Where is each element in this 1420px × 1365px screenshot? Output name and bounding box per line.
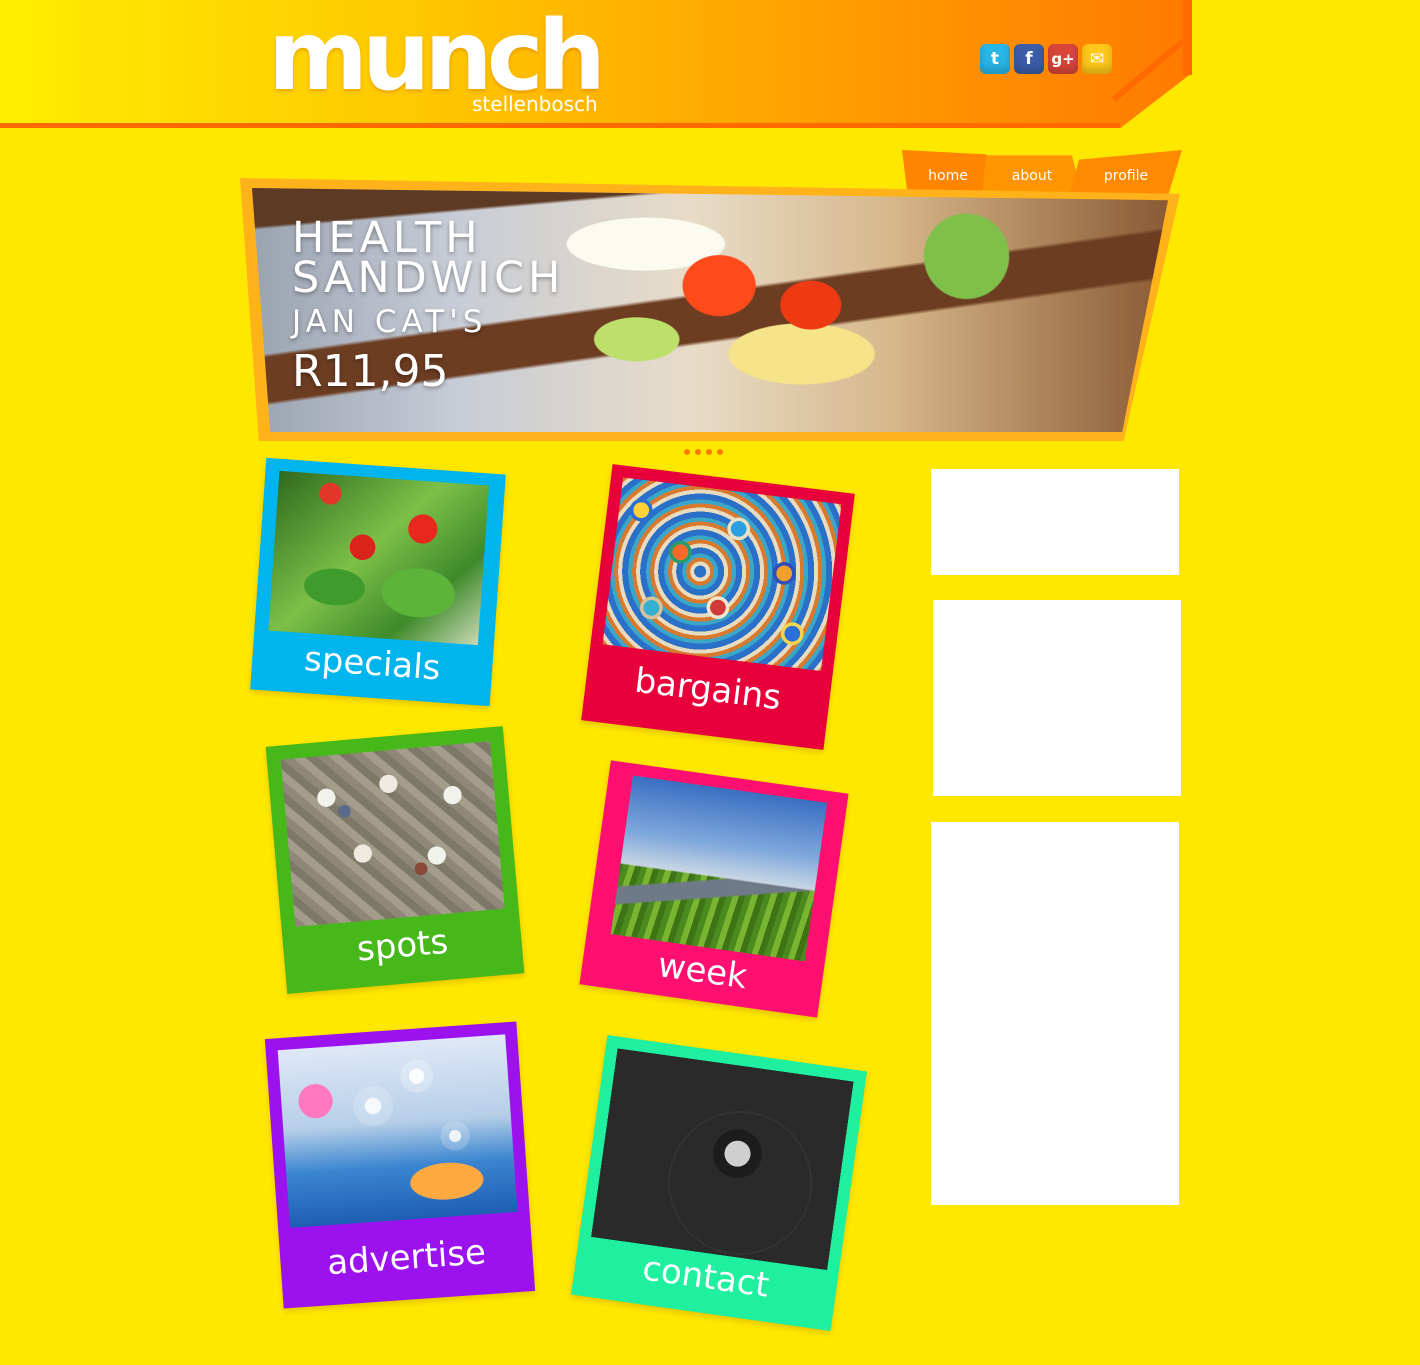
rotary-dial-icon	[658, 1101, 822, 1265]
logo-tagline: stellenbosch	[472, 92, 598, 116]
header-right-edge	[1183, 0, 1192, 75]
hero-title-line2: SANDWICH	[292, 253, 565, 303]
salad-photo	[268, 470, 490, 646]
email-icon[interactable]: ✉	[1082, 44, 1112, 74]
header-bottom-edge	[0, 123, 1120, 128]
sidebar-box	[933, 600, 1181, 796]
sidebar-box	[931, 822, 1179, 1205]
carousel-dots	[684, 449, 723, 455]
hero-price: R11,95	[292, 346, 449, 397]
social-links: t f g+ ✉	[980, 44, 1112, 74]
google-plus-icon[interactable]: g+	[1048, 44, 1078, 74]
munch-logo[interactable]: munch stellenbosch	[268, 0, 608, 116]
bubbles-photo	[277, 1034, 518, 1228]
card-advertise[interactable]: advertise	[264, 1021, 536, 1309]
carousel-dot[interactable]	[684, 449, 690, 455]
hero-title-line1: HEALTH	[292, 213, 482, 263]
sidebar-box	[931, 469, 1179, 575]
carousel-dot[interactable]	[706, 449, 712, 455]
card-contact[interactable]: contact	[571, 1035, 867, 1331]
card-week[interactable]: week	[579, 760, 849, 1018]
hero-vendor: JAN CAT'S	[292, 304, 488, 340]
card-spots[interactable]: spots	[265, 726, 525, 994]
carousel-dot[interactable]	[717, 449, 723, 455]
nav-tab-profile[interactable]: profile	[1070, 150, 1182, 194]
twitter-icon[interactable]: t	[980, 44, 1010, 74]
cafe-tables-photo	[280, 741, 505, 927]
card-bargains[interactable]: bargains	[581, 464, 855, 750]
main-nav: home about profile	[902, 150, 1184, 196]
card-specials[interactable]: specials	[250, 457, 506, 707]
rotary-phone-photo	[591, 1048, 854, 1270]
bowls-photo	[602, 477, 842, 672]
vineyard-photo	[610, 775, 828, 962]
carousel-dot[interactable]	[695, 449, 701, 455]
nav-tab-home[interactable]: home	[902, 150, 994, 194]
nav-tab-about[interactable]: about	[982, 155, 1082, 194]
facebook-icon[interactable]: f	[1014, 44, 1044, 74]
hero-caption: HEALTH SANDWICH JAN CAT'S R11,95	[292, 213, 565, 398]
